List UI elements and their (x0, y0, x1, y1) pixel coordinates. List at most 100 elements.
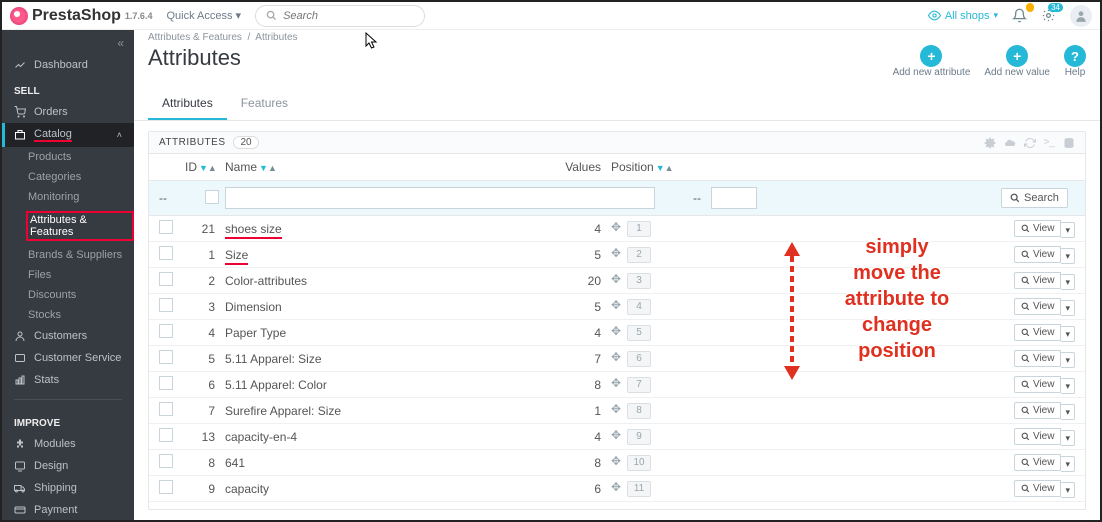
drag-handle-icon[interactable]: ✥ (611, 402, 621, 416)
tab-attributes[interactable]: Attributes (148, 88, 227, 120)
tab-features[interactable]: Features (227, 88, 302, 120)
nav-stocks[interactable]: Stocks (28, 305, 134, 325)
row-checkbox[interactable] (159, 376, 173, 390)
nav-stats[interactable]: Stats (2, 369, 134, 391)
settings-icon[interactable] (984, 137, 996, 149)
row-checkbox[interactable] (159, 298, 173, 312)
view-dropdown[interactable]: ▾ (1061, 430, 1075, 446)
nav-dashboard[interactable]: Dashboard (2, 54, 134, 76)
row-name[interactable]: Size (225, 248, 555, 262)
view-button[interactable]: View (1014, 376, 1062, 393)
nav-customer-service[interactable]: Customer Service (2, 347, 134, 369)
row-checkbox[interactable] (159, 454, 173, 468)
th-id[interactable]: ID▼▲ (185, 160, 225, 174)
view-dropdown[interactable]: ▾ (1061, 222, 1075, 238)
row-name[interactable]: 5.11 Apparel: Size (225, 352, 555, 366)
row-name[interactable]: Color-attributes (225, 274, 555, 288)
view-button[interactable]: View (1014, 350, 1062, 367)
row-position[interactable]: ✥1 (611, 220, 671, 237)
view-dropdown[interactable]: ▾ (1061, 300, 1075, 316)
row-checkbox[interactable] (159, 246, 173, 260)
nav-modules[interactable]: Modules (2, 433, 134, 455)
drag-handle-icon[interactable]: ✥ (611, 246, 621, 260)
view-button[interactable]: View (1014, 220, 1062, 237)
export-icon[interactable] (1004, 137, 1016, 149)
table-row[interactable]: 8 641 8 ✥10 View▾ (149, 450, 1085, 476)
row-position[interactable]: ✥5 (611, 324, 671, 341)
search-button[interactable]: Search (1001, 188, 1068, 208)
view-dropdown[interactable]: ▾ (1061, 482, 1075, 498)
sql-icon[interactable]: >_ (1044, 137, 1055, 149)
breadcrumb-a[interactable]: Attributes & Features (148, 32, 242, 43)
help-button[interactable]: ? Help (1064, 45, 1086, 78)
view-dropdown[interactable]: ▾ (1061, 248, 1075, 264)
row-checkbox[interactable] (159, 220, 173, 234)
drag-handle-icon[interactable]: ✥ (611, 454, 621, 468)
view-button[interactable]: View (1014, 480, 1062, 497)
row-checkbox[interactable] (159, 324, 173, 338)
row-checkbox[interactable] (159, 272, 173, 286)
view-button[interactable]: View (1014, 298, 1062, 315)
nav-payment[interactable]: Payment (2, 499, 134, 520)
filter-name-input[interactable] (225, 187, 655, 209)
table-row[interactable]: 21 shoes size 4 ✥1 View▾ (149, 216, 1085, 242)
table-row[interactable]: 9 capacity 6 ✥11 View▾ (149, 476, 1085, 502)
add-value-button[interactable]: + Add new value (984, 45, 1050, 78)
nav-categories[interactable]: Categories (28, 167, 134, 187)
row-position[interactable]: ✥9 (611, 428, 671, 445)
search-box[interactable] (255, 5, 425, 27)
drag-handle-icon[interactable]: ✥ (611, 350, 621, 364)
view-dropdown[interactable]: ▾ (1061, 274, 1075, 290)
drag-handle-icon[interactable]: ✥ (611, 324, 621, 338)
drag-handle-icon[interactable]: ✥ (611, 376, 621, 390)
row-position[interactable]: ✥2 (611, 246, 671, 263)
row-position[interactable]: ✥4 (611, 298, 671, 315)
nav-monitoring[interactable]: Monitoring (28, 187, 134, 207)
view-button[interactable]: View (1014, 428, 1062, 445)
nav-design[interactable]: Design (2, 455, 134, 477)
table-row[interactable]: 6 5.11 Apparel: Color 8 ✥7 View▾ (149, 372, 1085, 398)
row-checkbox[interactable] (159, 350, 173, 364)
notifications-icon[interactable] (1012, 8, 1027, 23)
row-name[interactable]: capacity (225, 482, 555, 496)
shop-selector[interactable]: All shops ▾ (928, 9, 998, 22)
row-position[interactable]: ✥11 (611, 480, 671, 497)
view-button[interactable]: View (1014, 402, 1062, 419)
select-all-checkbox[interactable] (205, 190, 219, 204)
drag-handle-icon[interactable]: ✥ (611, 220, 621, 234)
table-row[interactable]: 7 Surefire Apparel: Size 1 ✥8 View▾ (149, 398, 1085, 424)
table-row[interactable]: 5 5.11 Apparel: Size 7 ✥6 View▾ (149, 346, 1085, 372)
drag-handle-icon[interactable]: ✥ (611, 428, 621, 442)
table-row[interactable]: 3 Dimension 5 ✥4 View▾ (149, 294, 1085, 320)
nav-products[interactable]: Products (28, 147, 134, 167)
row-checkbox[interactable] (159, 480, 173, 494)
drag-handle-icon[interactable]: ✥ (611, 272, 621, 286)
nav-attributes-features[interactable]: Attributes & Features (28, 207, 134, 245)
row-name[interactable]: shoes size (225, 222, 555, 236)
view-dropdown[interactable]: ▾ (1061, 378, 1075, 394)
row-position[interactable]: ✥3 (611, 272, 671, 289)
nav-shipping[interactable]: Shipping (2, 477, 134, 499)
row-position[interactable]: ✥6 (611, 350, 671, 367)
row-checkbox[interactable] (159, 428, 173, 442)
nav-brands[interactable]: Brands & Suppliers (28, 245, 134, 265)
quick-access-menu[interactable]: Quick Access ▾ (166, 9, 241, 22)
table-row[interactable]: 4 Paper Type 4 ✥5 View▾ (149, 320, 1085, 346)
drag-handle-icon[interactable]: ✥ (611, 298, 621, 312)
row-position[interactable]: ✥8 (611, 402, 671, 419)
table-row[interactable]: 1 Size 5 ✥2 View▾ (149, 242, 1085, 268)
drag-handle-icon[interactable]: ✥ (611, 480, 621, 494)
th-name[interactable]: Name▼▲ (225, 160, 555, 174)
nav-orders[interactable]: Orders (2, 101, 134, 123)
th-position[interactable]: Position▼▲ (611, 160, 671, 174)
table-row[interactable]: 13 capacity-en-4 4 ✥9 View▾ (149, 424, 1085, 450)
filter-bulk[interactable]: -- (159, 191, 185, 205)
search-input[interactable] (283, 10, 414, 22)
debug-icon[interactable]: 34 (1041, 8, 1056, 23)
view-button[interactable]: View (1014, 272, 1062, 289)
table-row[interactable]: 2 Color-attributes 20 ✥3 View▾ (149, 268, 1085, 294)
nav-files[interactable]: Files (28, 265, 134, 285)
filter-position-input[interactable] (711, 187, 757, 209)
row-name[interactable]: capacity-en-4 (225, 430, 555, 444)
nav-customers[interactable]: Customers (2, 325, 134, 347)
